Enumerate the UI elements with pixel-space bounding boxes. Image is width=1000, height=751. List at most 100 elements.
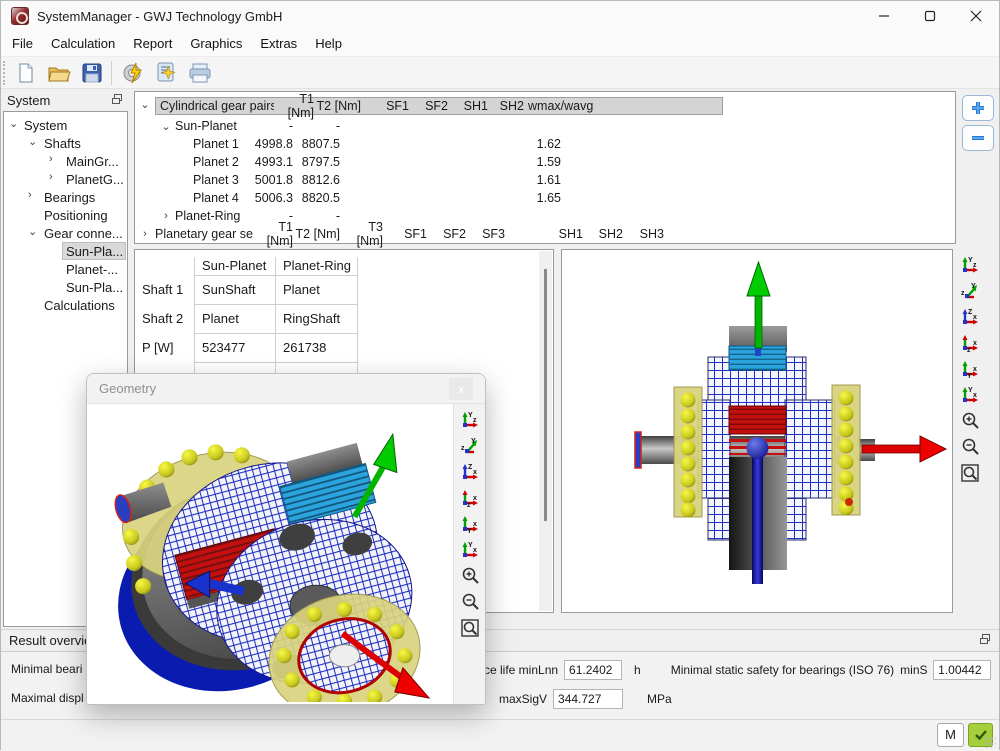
maximize-button[interactable] bbox=[907, 1, 953, 31]
tree-item-planet-ring[interactable]: Planet-... bbox=[66, 261, 118, 278]
tree-item-shafts[interactable]: Shafts bbox=[44, 135, 81, 152]
tree-item-planetg[interactable]: PlanetG... bbox=[66, 171, 124, 188]
run-calculation-button[interactable] bbox=[119, 59, 149, 87]
cell[interactable]: 261738 bbox=[283, 340, 326, 355]
table-row[interactable]: Planet 1 4998.8 8807.5 1.62 bbox=[135, 135, 955, 153]
report-button[interactable] bbox=[152, 59, 182, 87]
chevron-right-icon[interactable]: › bbox=[28, 189, 32, 201]
table-row[interactable]: Planet 2 4993.1 8797.5 1.59 bbox=[135, 153, 955, 171]
min-bearing-life-field[interactable]: 61.2402 bbox=[564, 660, 622, 680]
zoom-fit-icon[interactable] bbox=[458, 616, 482, 640]
view-yx-icon[interactable]: Yx bbox=[958, 357, 982, 381]
tree-item-maingr[interactable]: MainGr... bbox=[66, 153, 119, 170]
table-row[interactable]: Planet 4 5006.3 8820.5 1.65 bbox=[135, 189, 955, 207]
chevron-down-icon[interactable]: ⌄ bbox=[28, 135, 37, 148]
open-file-button[interactable] bbox=[44, 59, 74, 87]
view-toolbar: Yz zY Zx zx Yx Yx bbox=[958, 253, 982, 485]
tree-item-gear-connections[interactable]: Gear conne... bbox=[44, 225, 123, 242]
geometry-window-titlebar[interactable]: Geometry x bbox=[87, 374, 485, 404]
dock-float-icon[interactable] bbox=[979, 633, 991, 648]
view-xy-icon[interactable]: Yx bbox=[458, 538, 482, 562]
cell[interactable]: SunShaft bbox=[202, 282, 256, 297]
chevron-right-icon[interactable]: › bbox=[49, 153, 53, 165]
cell-wmax: 1.59 bbox=[503, 155, 563, 169]
chevron-right-icon[interactable]: › bbox=[138, 228, 152, 240]
tree-item-sun-planet-2[interactable]: Sun-Pla... bbox=[66, 279, 123, 296]
row-label: Planetary gear sets bbox=[135, 227, 253, 241]
tree-item-bearings[interactable]: Bearings bbox=[44, 189, 95, 206]
view-yx-icon[interactable]: Yx bbox=[458, 512, 482, 536]
tree-item-sun-planet[interactable]: Sun-Pla... bbox=[66, 243, 123, 260]
tree-item-system[interactable]: System bbox=[24, 117, 67, 134]
geometry-canvas[interactable]: Yz zY Zx zx Yx Yx bbox=[87, 404, 485, 704]
menu-report[interactable]: Report bbox=[124, 33, 181, 54]
chevron-down-icon[interactable]: ⌄ bbox=[159, 120, 173, 133]
title-bar: SystemManager - GWJ Technology GmbH bbox=[1, 1, 999, 31]
table-row[interactable]: Planet 3 5001.8 8812.6 1.61 bbox=[135, 171, 955, 189]
view-xy-icon[interactable]: Yx bbox=[958, 383, 982, 407]
svg-text:x: x bbox=[473, 521, 477, 528]
scrollbar-thumb[interactable] bbox=[544, 269, 547, 521]
save-button[interactable] bbox=[77, 59, 107, 87]
svg-text:Y: Y bbox=[967, 373, 972, 379]
cell[interactable]: RingShaft bbox=[283, 311, 340, 326]
tree-item-calculations[interactable]: Calculations bbox=[44, 297, 115, 314]
svg-text:Y: Y bbox=[471, 438, 476, 445]
vertical-scrollbar[interactable] bbox=[539, 251, 552, 611]
chevron-down-icon[interactable]: ⌄ bbox=[9, 117, 18, 130]
table-row[interactable]: ⌄ Sun-Planet - - bbox=[135, 117, 955, 135]
chevron-right-icon[interactable]: › bbox=[49, 171, 53, 183]
zoom-out-icon[interactable] bbox=[958, 435, 982, 459]
min-static-safety-field[interactable]: 1.00442 bbox=[933, 660, 991, 680]
view-zx-icon[interactable]: Zx bbox=[958, 305, 982, 329]
chevron-right-icon[interactable]: › bbox=[159, 210, 173, 222]
svg-text:z: z bbox=[473, 417, 477, 424]
cell-t1: 5001.8 bbox=[253, 173, 293, 187]
geometry-close-button[interactable]: x bbox=[449, 378, 473, 400]
tree-item-positioning[interactable]: Positioning bbox=[44, 207, 108, 224]
view-zy-icon[interactable]: zY bbox=[958, 279, 982, 303]
result-label-fragment: Minimal beari bbox=[11, 662, 82, 676]
menu-file[interactable]: File bbox=[3, 33, 42, 54]
cell-wmax: 1.61 bbox=[503, 173, 563, 187]
toolbar-grip[interactable] bbox=[3, 61, 8, 85]
menu-help[interactable]: Help bbox=[306, 33, 351, 54]
cell[interactable]: Planet bbox=[283, 282, 320, 297]
zoom-in-icon[interactable] bbox=[958, 409, 982, 433]
minimize-button[interactable] bbox=[861, 1, 907, 31]
view-xz-icon[interactable]: zx bbox=[458, 486, 482, 510]
resize-grip[interactable] bbox=[984, 736, 996, 748]
view-zx-icon[interactable]: Zx bbox=[458, 460, 482, 484]
view-zy-icon[interactable]: zY bbox=[458, 434, 482, 458]
gear-table-header[interactable]: Cylindrical gear pairs T1 [Nm] T2 [Nm] S… bbox=[155, 97, 723, 115]
dock-float-icon[interactable] bbox=[111, 93, 123, 108]
zoom-fit-icon[interactable] bbox=[958, 461, 982, 485]
zoom-out-icon[interactable] bbox=[458, 590, 482, 614]
mode-button[interactable]: M bbox=[937, 723, 964, 747]
cell-t2: - bbox=[293, 119, 340, 133]
new-document-button[interactable] bbox=[11, 59, 41, 87]
chevron-down-icon[interactable]: ⌄ bbox=[138, 98, 152, 111]
cell[interactable]: 523477 bbox=[202, 340, 245, 355]
row-label: Planet 1 bbox=[135, 137, 253, 151]
geometry-window[interactable]: Geometry x bbox=[86, 373, 486, 705]
chevron-down-icon[interactable]: ⌄ bbox=[28, 225, 37, 238]
column-sf2: SF2 bbox=[427, 227, 466, 241]
max-stress-field[interactable]: 344.727 bbox=[553, 689, 623, 709]
add-button[interactable] bbox=[962, 95, 994, 121]
planetary-gear-sets-row[interactable]: › Planetary gear sets T1 [Nm] T2 [Nm] T3… bbox=[135, 225, 955, 243]
minus-icon bbox=[970, 130, 986, 146]
remove-button[interactable] bbox=[962, 125, 994, 151]
view-yz-icon[interactable]: Yz bbox=[458, 408, 482, 432]
menu-graphics[interactable]: Graphics bbox=[181, 33, 251, 54]
print-button[interactable] bbox=[185, 59, 215, 87]
close-button[interactable] bbox=[953, 1, 999, 31]
menu-calculation[interactable]: Calculation bbox=[42, 33, 124, 54]
column-sf1: SF1 bbox=[361, 99, 409, 113]
cell[interactable]: Planet bbox=[202, 311, 239, 326]
view-xz-icon[interactable]: zx bbox=[958, 331, 982, 355]
view-yz-icon[interactable]: Yz bbox=[958, 253, 982, 277]
zoom-in-icon[interactable] bbox=[458, 564, 482, 588]
assembly-3d-view[interactable] bbox=[561, 249, 953, 613]
menu-extras[interactable]: Extras bbox=[251, 33, 306, 54]
